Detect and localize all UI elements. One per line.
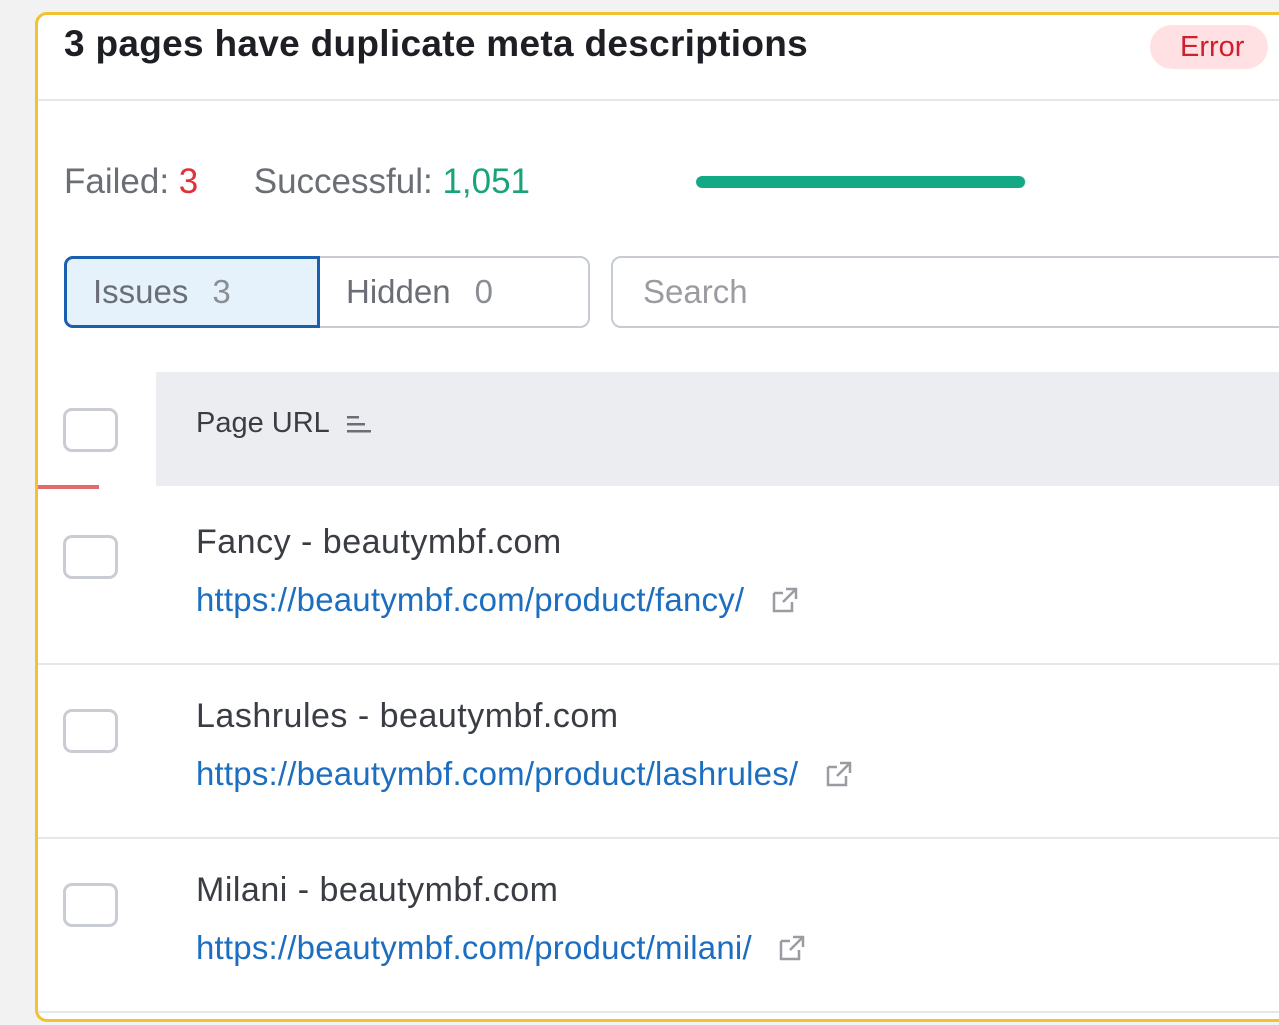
issue-title: 3 pages have duplicate meta descriptions [64, 23, 809, 64]
external-link-icon[interactable] [824, 759, 854, 789]
page-url-text: https://beautymbf.com/product/fancy/ [196, 581, 745, 618]
tab-hidden-count: 0 [474, 273, 493, 310]
page-title: Milani - beautymbf.com [196, 871, 559, 909]
successful-count: 1,051 [442, 162, 531, 201]
select-all-checkbox[interactable] [63, 408, 118, 452]
external-link-icon[interactable] [770, 585, 800, 615]
page-title: Fancy - beautymbf.com [196, 523, 562, 561]
issue-panel: 3 pages have duplicate meta descriptions… [35, 12, 1279, 1022]
failed-label: Failed: [64, 162, 170, 201]
tab-issues[interactable]: Issues 3 [64, 256, 320, 328]
issue-header: 3 pages have duplicate meta descriptions… [38, 15, 1279, 101]
table-row: Milani - beautymbf.com https://beautymbf… [38, 837, 1279, 1013]
page-url-text: https://beautymbf.com/product/lashrules/ [196, 755, 799, 792]
sort-lines-icon[interactable] [346, 414, 373, 434]
row-checkbox[interactable] [63, 709, 118, 753]
external-link-icon[interactable] [777, 933, 807, 963]
column-header-label: Page URL [196, 407, 329, 439]
page-url-link[interactable]: https://beautymbf.com/product/fancy/ [196, 581, 800, 619]
successful-label: Successful: [253, 162, 433, 201]
column-header-page-url[interactable]: Page URL [196, 407, 373, 440]
tab-issues-count: 3 [212, 273, 231, 310]
success-progress-bar [696, 176, 1026, 188]
tab-hidden-label: Hidden [346, 273, 451, 310]
page-title: Lashrules - beautymbf.com [196, 697, 619, 735]
tab-hidden[interactable]: Hidden 0 [320, 258, 588, 326]
table-row: Lashrules - beautymbf.com https://beauty… [38, 663, 1279, 839]
issue-tabs: Issues 3 Hidden 0 [64, 256, 590, 328]
success-progress-fill [696, 176, 1025, 188]
check-stats: Failed: 3 Successful: 1,051 [64, 155, 530, 209]
row-checkbox[interactable] [63, 535, 118, 579]
severity-badge: Error [1150, 25, 1269, 69]
page-url-link[interactable]: https://beautymbf.com/product/lashrules/ [196, 755, 854, 793]
failed-count: 3 [178, 162, 199, 201]
page-url-link[interactable]: https://beautymbf.com/product/milani/ [196, 929, 807, 967]
search-input[interactable] [611, 256, 1279, 328]
tab-issues-label: Issues [93, 273, 189, 310]
page-url-text: https://beautymbf.com/product/milani/ [196, 929, 752, 966]
row-checkbox[interactable] [63, 883, 118, 927]
table-row: Fancy - beautymbf.com https://beautymbf.… [38, 489, 1279, 665]
